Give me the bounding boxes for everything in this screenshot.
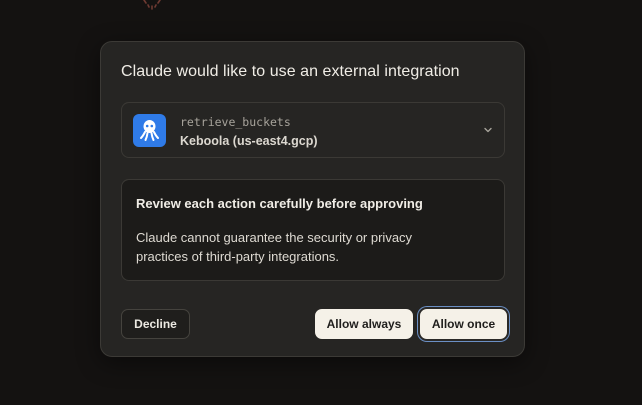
allow-once-button[interactable]: Allow once [420, 309, 507, 339]
integration-permission-dialog: Claude would like to use an external int… [100, 41, 525, 357]
allow-always-button[interactable]: Allow always [315, 309, 413, 339]
loading-spinner-icon [143, 0, 161, 10]
integration-tool-dropdown[interactable]: retrieve_buckets Keboola (us-east4.gcp) [121, 102, 505, 158]
decline-button[interactable]: Decline [121, 309, 190, 339]
warning-body: Claude cannot guarantee the security or … [136, 230, 413, 264]
dialog-title: Claude would like to use an external int… [121, 63, 460, 80]
page: Claude would like to use an external int… [0, 0, 642, 405]
integration-server-name: Keboola (us-east4.gcp) [180, 134, 318, 148]
chevron-down-icon [484, 127, 492, 133]
octopus-icon [133, 114, 166, 147]
warning-title: Review each action carefully before appr… [136, 196, 423, 211]
tool-name: retrieve_buckets [180, 115, 291, 129]
security-warning-box: Review each action carefully before appr… [121, 179, 505, 281]
